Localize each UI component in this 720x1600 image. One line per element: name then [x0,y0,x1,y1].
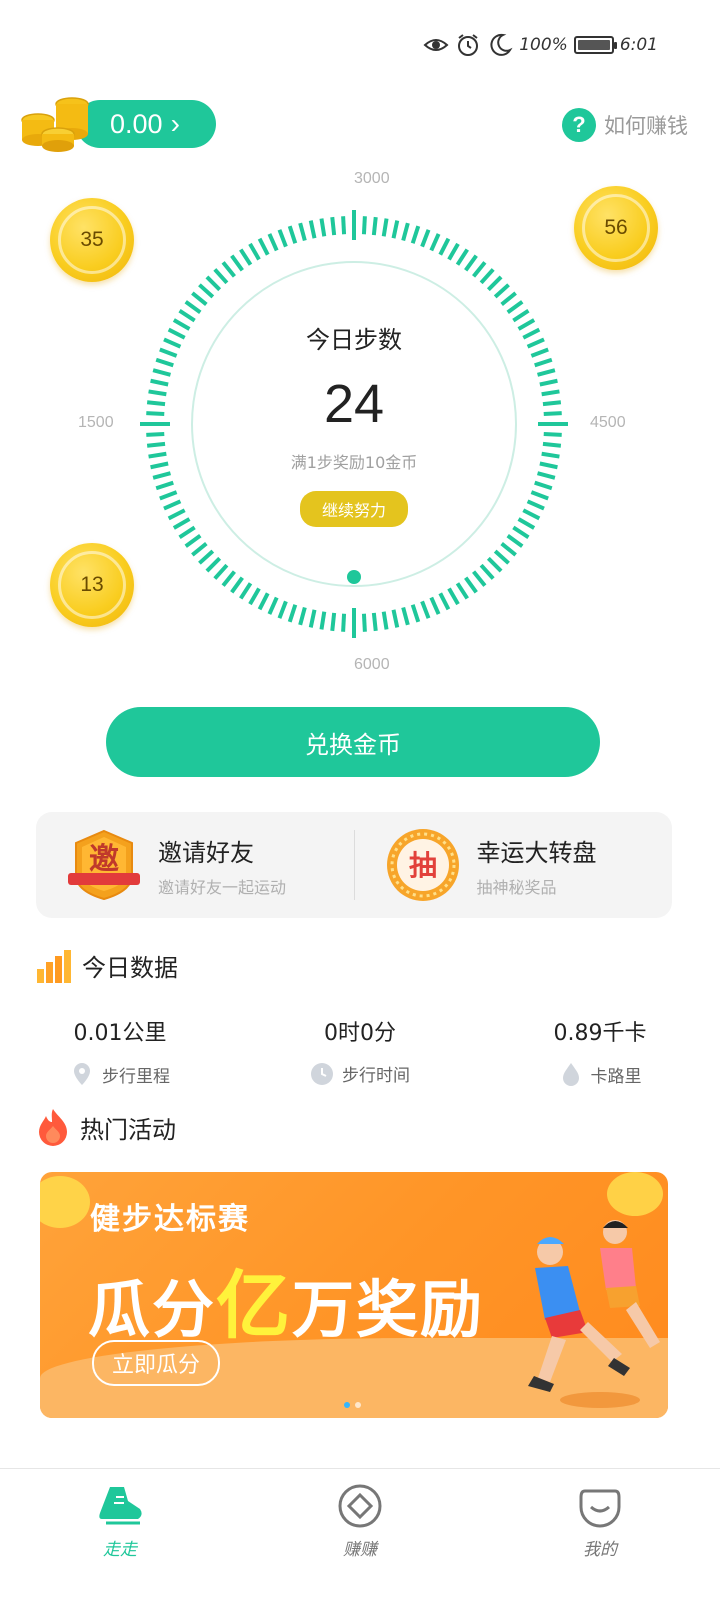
lottery-title: 幸运大转盘 [476,838,597,867]
coin-value: 35 [80,228,104,251]
dial-scale-top: 3000 [354,170,390,187]
invite-badge-char: 邀 [89,842,119,877]
alarm-icon [458,34,479,56]
section-title: 热门活动 [80,1115,176,1144]
battery-icon [573,36,617,54]
tab-walk[interactable]: 走走 [0,1469,240,1600]
eye-icon [423,39,449,51]
reward-text: 满1步奖励10金币 [290,453,418,472]
lottery-wheel-icon: 抽 [386,829,459,901]
invite-friends-entry[interactable]: 邀 邀请好友 邀请好友一起运动 [36,812,354,918]
headline-highlight: 亿 [216,1263,293,1349]
section-title: 今日数据 [82,954,178,982]
profile-face-icon [579,1489,621,1528]
clock-time: 6:01 [619,35,658,55]
invite-subtitle: 邀请好友一起运动 [158,877,287,897]
stat-label: 卡路里 [590,1066,642,1087]
bar-chart-icon [37,949,71,983]
coin-value: 56 [604,216,628,239]
battery-percent: 100% [519,35,568,55]
lottery-text: 幸运大转盘 抽神秘奖品 [477,833,597,898]
tab-earn[interactable]: 赚赚 [240,1469,480,1600]
dial-scale-right: 4500 [590,414,626,431]
exchange-coins-button[interactable]: 兑换金币 [106,707,600,777]
today-data-header: 今日数据 [36,948,178,983]
stat-label-row: 步行里程 [70,1061,170,1087]
promo-card: 邀 邀请好友 邀请好友一起运动 抽 幸运大转盘 抽神秘奖品 [36,812,672,918]
invite-badge-icon: 邀 [68,829,140,901]
dial-title: 今日步数 [306,326,402,354]
coin-balance[interactable]: 0.00 › [18,92,216,156]
moon-icon [490,33,513,56]
carousel-dots [344,1402,361,1408]
today-stats: 0.01公里 步行里程 0时0分 步行时间 0.89千卡 卡路里 [0,1015,720,1087]
headline-post: 万奖励 [292,1273,485,1346]
stat-label: 步行时间 [342,1066,410,1086]
sneaker-icon [99,1487,142,1525]
diamond-coin-icon [338,1484,382,1528]
how-to-earn-label: 如何赚钱 [604,114,688,138]
tab-mine[interactable]: 我的 [480,1469,720,1600]
stat-time: 0时0分 步行时间 [240,1015,480,1087]
lottery-char: 抽 [408,849,436,882]
hot-activity-header: 热门活动 [36,1108,176,1146]
stat-label: 步行里程 [102,1066,170,1087]
step-count: 24 [323,374,385,434]
banner-subtitle: 健步达标赛 [90,1202,250,1237]
banner-headline: 瓜分亿万奖励 [88,1246,484,1353]
clock-icon [311,1062,333,1085]
location-pin-icon [74,1063,90,1085]
invite-title: 邀请好友 [158,838,254,867]
stat-value: 0时0分 [324,1021,396,1046]
stat-label-row: 步行时间 [310,1061,410,1086]
invite-text: 邀请好友 邀请好友一起运动 [158,833,286,898]
balance-value: 0.00 [110,108,163,139]
stat-value: 0.01公里 [73,1021,167,1046]
flame-drop-icon [562,1063,579,1086]
battery-fill [577,40,610,50]
chevron-right-icon: › [170,108,180,139]
stat-calories: 0.89千卡 卡路里 [480,1015,720,1087]
dial-scale-left: 1500 [78,414,114,431]
stat-label-row: 卡路里 [559,1061,642,1087]
headline-pre: 瓜分 [88,1273,217,1346]
stat-distance: 0.01公里 步行里程 [0,1015,240,1087]
floating-coin-reward[interactable]: 56 [574,186,658,270]
status-badge: 继续努力 [299,491,408,527]
bottom-tab-bar: 走走 赚赚 我的 [0,1468,720,1600]
tab-label: 我的 [583,1540,617,1560]
status-bar: 100% 6:01 [423,30,658,60]
tab-label: 走走 [103,1540,137,1560]
flame-icon [39,1109,67,1146]
coin-value: 13 [80,573,104,596]
lucky-wheel-entry[interactable]: 抽 幸运大转盘 抽神秘奖品 [355,812,673,918]
carousel-dot [344,1402,350,1408]
dial-scale-bottom: 6000 [354,656,390,673]
stat-value: 0.89千卡 [553,1021,647,1046]
floating-coin-reward[interactable]: 13 [50,543,134,627]
coin-stack-icon [21,97,89,152]
how-to-earn-link[interactable]: ? 如何赚钱 [562,108,688,142]
question-icon: ? [562,108,596,142]
join-now-button[interactable]: 立即瓜分 [92,1340,221,1386]
activity-banner[interactable]: 健步达标赛 瓜分亿万奖励 立即瓜分 [40,1172,668,1418]
lottery-subtitle: 抽神秘奖品 [476,877,557,897]
dial-center: 今日步数 24 满1步奖励10金币 继续努力 [140,210,568,638]
floating-coin-reward[interactable]: 35 [50,198,134,282]
carousel-dot [355,1402,361,1408]
tab-label: 赚赚 [343,1540,377,1560]
